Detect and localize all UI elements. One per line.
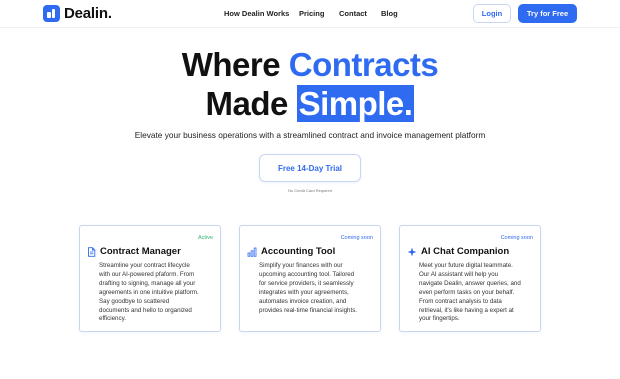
card-description: Streamline your contract lifecycle with … bbox=[99, 262, 217, 324]
feature-card-ai-chat-companion: Coming soon AI Chat Companion Meet your … bbox=[399, 225, 541, 332]
card-header: Accounting Tool bbox=[247, 246, 335, 257]
card-title: Accounting Tool bbox=[261, 246, 336, 257]
try-for-free-button[interactable]: Try for Free bbox=[518, 4, 577, 23]
sparkle-icon bbox=[407, 247, 417, 256]
card-description-line: Our AI assistant will help you bbox=[419, 270, 499, 278]
bar-chart-icon bbox=[247, 247, 257, 257]
hero-word-made: Made bbox=[205, 85, 289, 122]
logo-icon bbox=[43, 5, 60, 22]
feature-card-accounting-tool: Coming soon Accounting Tool Simplify you… bbox=[239, 225, 381, 332]
card-description-line: Say goodbye to scattered bbox=[99, 297, 170, 305]
top-navigation: Dealin. How Dealin Works Pricing Contact… bbox=[0, 0, 620, 28]
no-credit-card-note: No Credit Card Required bbox=[287, 188, 333, 193]
login-button[interactable]: Login bbox=[473, 4, 511, 23]
hero-word-contracts: Contracts bbox=[288, 46, 439, 83]
document-icon bbox=[88, 246, 96, 257]
nav-link-blog[interactable]: Blog bbox=[381, 9, 398, 18]
card-description-line: navigate Dealin, answer queries, and bbox=[419, 279, 521, 287]
brand-name: Dealin. bbox=[64, 5, 112, 22]
card-title: AI Chat Companion bbox=[421, 246, 510, 257]
nav-link-pricing[interactable]: Pricing bbox=[299, 9, 324, 18]
hero-headline-line-1: Where Contracts bbox=[0, 46, 620, 84]
card-title: Contract Manager bbox=[100, 246, 181, 257]
status-badge: Coming soon bbox=[340, 235, 373, 241]
hero-word-where: Where bbox=[181, 46, 281, 83]
card-description-line: Streamline your contract lifecycle bbox=[99, 262, 190, 269]
feature-card-contract-manager: Active Contract Manager Streamline your … bbox=[79, 225, 221, 332]
hero-subtitle: Elevate your business operations with a … bbox=[134, 130, 486, 140]
card-description-line: integrates with your agreements, bbox=[259, 288, 349, 296]
card-description-line: retrieval, it's like having a expert at bbox=[419, 306, 514, 314]
card-header: Contract Manager bbox=[87, 246, 181, 257]
card-description-line: automates invoice creation, and bbox=[259, 297, 347, 305]
status-badge: Coming soon bbox=[500, 235, 533, 241]
brand-logo[interactable]: Dealin. bbox=[43, 5, 112, 22]
card-header: AI Chat Companion bbox=[407, 246, 509, 257]
card-description-line: drafting to signing, manage all your bbox=[99, 279, 196, 287]
nav-link-how-it-works[interactable]: How Dealin Works bbox=[224, 9, 289, 18]
card-description: Simplify your finances with our upcoming… bbox=[259, 262, 377, 315]
hero-word-simple-highlight: Simple. bbox=[296, 85, 415, 122]
hero-headline-line-2: Made Simple. bbox=[0, 85, 620, 123]
card-description-line: even perform tasks on your behalf. bbox=[419, 288, 515, 296]
free-trial-button[interactable]: Free 14-Day Trial bbox=[259, 154, 361, 182]
card-description-line: with our AI-powered pfaform. From bbox=[99, 270, 195, 278]
nav-link-contact[interactable]: Contact bbox=[339, 9, 367, 18]
card-description-line: Meet your future digital teammate. bbox=[419, 262, 513, 269]
card-description-line: documents and hello to organized bbox=[99, 306, 192, 314]
card-description-line: provides real-time financial insights. bbox=[259, 306, 358, 314]
card-description-line: for service providers, it seamlessly bbox=[259, 279, 354, 287]
card-description: Meet your future digital teammate. Our A… bbox=[419, 262, 537, 324]
card-description-line: efficiency. bbox=[99, 315, 126, 323]
card-description-line: upcoming accounting tool. Tailored bbox=[259, 270, 355, 278]
card-description-line: From contract analysis to data bbox=[419, 297, 502, 305]
status-badge: Active bbox=[198, 235, 213, 241]
card-description-line: agreements in one intuitive platform. bbox=[99, 288, 199, 296]
card-description-line: your fingertips. bbox=[419, 315, 460, 323]
card-description-line: Simplify your finances with our bbox=[259, 262, 343, 269]
